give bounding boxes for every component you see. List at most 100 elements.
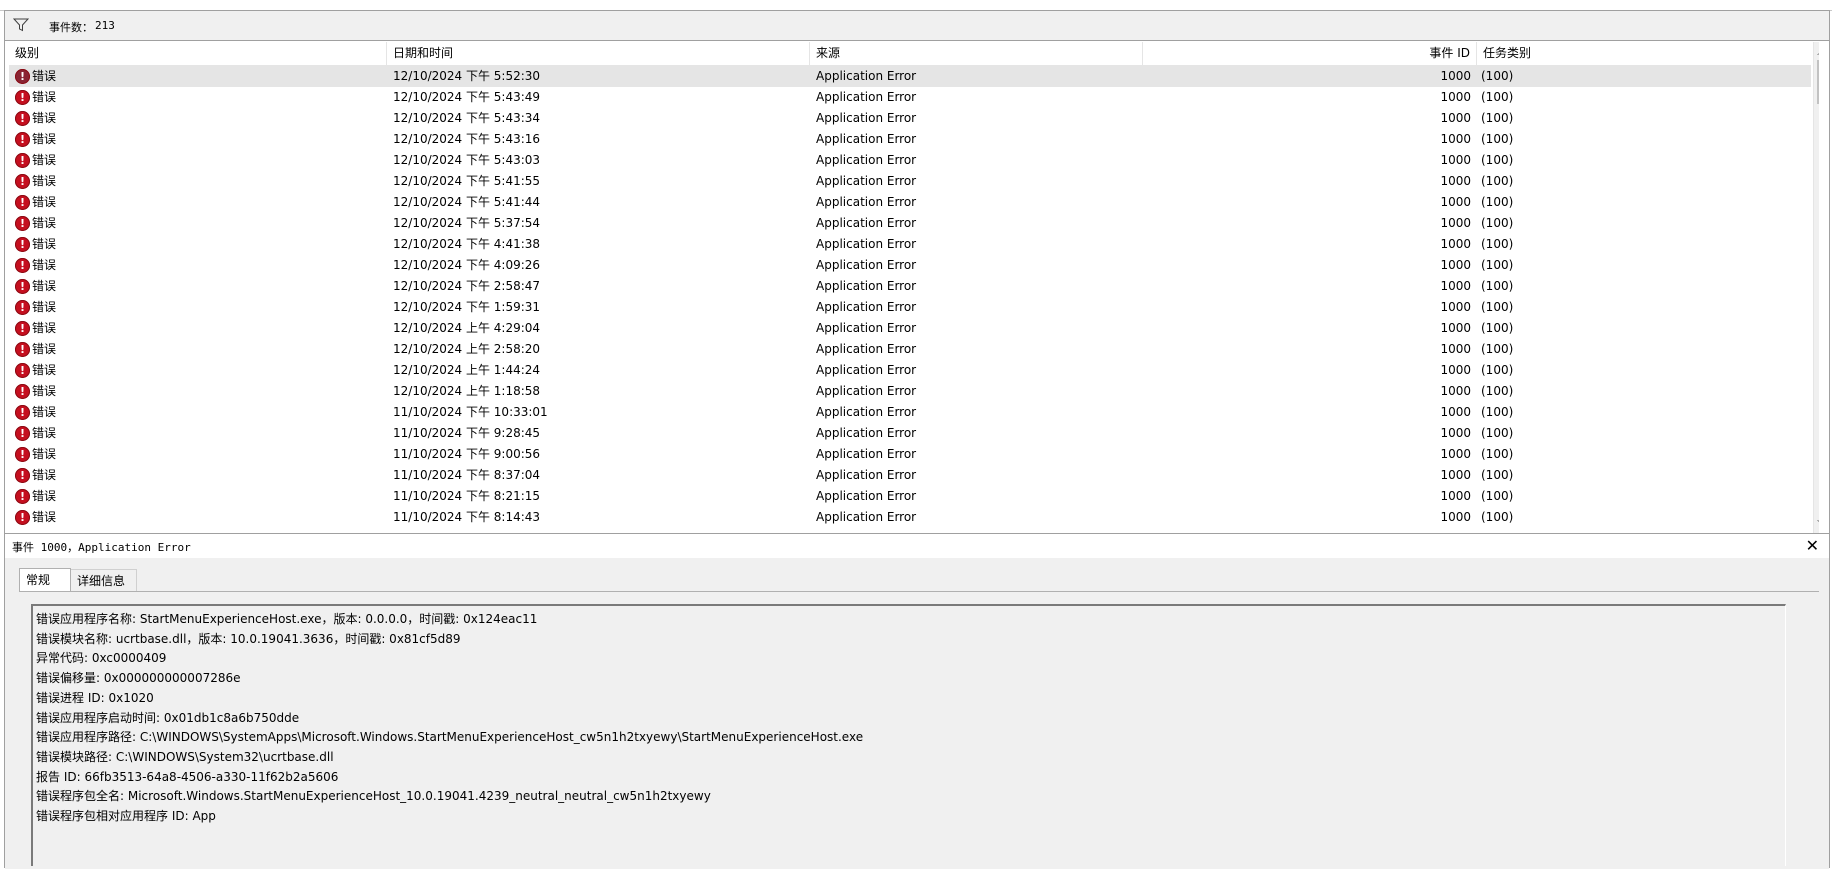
filter-icon[interactable] [13,18,29,32]
table-row[interactable]: ! 错误 12/10/2024 上午 1:18:58 Application Erro… [9,381,1811,402]
column-header-task[interactable]: 任务类别 [1477,42,1811,65]
scrollbar-thumb[interactable] [1817,60,1819,104]
table-row[interactable]: ! 错误 12/10/2024 下午 5:43:34 Application Erro… [9,108,1811,129]
vertical-scrollbar[interactable]: ︿ ﹀ [1813,42,1819,534]
error-icon: ! [15,111,30,126]
table-row[interactable]: ! 错误 11/10/2024 下午 8:14:43 Application Erro… [9,507,1811,528]
table-row[interactable]: ! 错误 11/10/2024 下午 8:37:04 Application Erro… [9,465,1811,486]
source-cell: Application Error [816,69,917,83]
datetime-cell: 12/10/2024 下午 4:41:38 [393,237,541,251]
error-icon: ! [15,363,30,378]
level-cell: ! 错误 [15,423,56,444]
level-cell: ! 错误 [15,255,56,276]
task-category-cell: (100) [1481,489,1514,503]
table-row[interactable]: ! 错误 12/10/2024 下午 5:43:16 Application Erro… [9,129,1811,150]
source-cell: Application Error [816,153,917,167]
table-row[interactable]: ! 错误 11/10/2024 下午 9:28:45 Application Erro… [9,423,1811,444]
column-header-source[interactable]: 来源 [810,42,1143,65]
level-text: 错误 [32,384,57,398]
datetime-cell: 12/10/2024 上午 1:44:24 [393,363,541,377]
level-cell: ! 错误 [15,87,56,108]
source-cell: Application Error [816,363,917,377]
datetime-cell: 11/10/2024 下午 8:14:43 [393,510,541,524]
source-cell: Application Error [816,216,917,230]
level-cell: ! 错误 [15,213,56,234]
level-text: 错误 [32,90,57,104]
level-cell: ! 错误 [15,234,56,255]
source-cell: Application Error [816,426,917,440]
event-id-cell: 1000 [1440,195,1471,209]
datetime-cell: 11/10/2024 下午 8:37:04 [393,468,541,482]
description-line: 异常代码: 0xc0000409 [36,651,167,666]
column-header-datetime[interactable]: 日期和时间 [387,42,810,65]
scroll-up-arrow-icon[interactable]: ︿ [1814,42,1819,59]
event-id-cell: 1000 [1440,426,1471,440]
tab-details[interactable]: 详细信息 [71,569,137,591]
level-text: 错误 [32,69,57,83]
datetime-cell: 12/10/2024 下午 5:43:34 [393,111,541,125]
table-body: ! 错误 12/10/2024 下午 5:52:30 Application Erro… [9,66,1811,528]
table-row[interactable]: ! 错误 12/10/2024 下午 1:59:31 Application Erro… [9,297,1811,318]
table-row[interactable]: ! 错误 12/10/2024 下午 5:43:03 Application Erro… [9,150,1811,171]
source-cell: Application Error [816,195,917,209]
table-row[interactable]: ! 错误 12/10/2024 下午 2:58:47 Application Erro… [9,276,1811,297]
table-row[interactable]: ! 错误 12/10/2024 下午 4:41:38 Application Erro… [9,234,1811,255]
event-id-cell: 1000 [1440,342,1471,356]
table-row[interactable]: ! 错误 12/10/2024 下午 5:43:49 Application Erro… [9,87,1811,108]
error-icon: ! [15,510,30,525]
event-id-cell: 1000 [1440,111,1471,125]
detail-header: 事件 1000，Application Error ✕ [5,533,1829,559]
error-icon: ! [15,405,30,420]
table-row[interactable]: ! 错误 12/10/2024 下午 5:37:54 Application Erro… [9,213,1811,234]
level-text: 错误 [32,237,57,251]
level-text: 错误 [32,132,57,146]
description-line: 报告 ID: 66fb3513-64a8-4506-a330-11f62b2a5… [36,769,339,784]
source-cell: Application Error [816,405,917,419]
tab-general[interactable]: 常规 [19,568,71,592]
task-category-cell: (100) [1481,258,1514,272]
task-category-cell: (100) [1481,363,1514,377]
task-category-cell: (100) [1481,90,1514,104]
level-cell: ! 错误 [15,402,56,423]
error-icon: ! [15,174,30,189]
column-header-level[interactable]: 级别 [9,42,387,65]
task-category-cell: (100) [1481,174,1514,188]
table-row[interactable]: ! 错误 12/10/2024 下午 5:41:44 Application Erro… [9,192,1811,213]
source-cell: Application Error [816,237,917,251]
source-cell: Application Error [816,111,917,125]
task-category-cell: (100) [1481,195,1514,209]
task-category-cell: (100) [1481,216,1514,230]
task-category-cell: (100) [1481,405,1514,419]
level-text: 错误 [32,300,57,314]
datetime-cell: 12/10/2024 下午 5:43:03 [393,153,541,167]
scroll-down-arrow-icon[interactable]: ﹀ [1814,517,1819,534]
task-category-cell: (100) [1481,426,1514,440]
detail-body: 常规 详细信息 错误应用程序名称: StartMenuExperienceHos… [5,558,1829,869]
source-cell: Application Error [816,489,917,503]
table-row[interactable]: ! 错误 12/10/2024 上午 4:29:04 Application Erro… [9,318,1811,339]
table-row[interactable]: ! 错误 12/10/2024 下午 4:09:26 Application Erro… [9,255,1811,276]
table-row[interactable]: ! 错误 11/10/2024 下午 10:33:01 Application Err… [9,402,1811,423]
error-icon: ! [15,279,30,294]
level-text: 错误 [32,195,57,209]
table-row[interactable]: ! 错误 11/10/2024 下午 9:00:56 Application Erro… [9,444,1811,465]
source-cell: Application Error [816,132,917,146]
column-header-event-id[interactable]: 事件 ID [1143,42,1477,65]
level-text: 错误 [32,321,57,335]
level-text: 错误 [32,258,57,272]
level-cell: ! 错误 [15,465,56,486]
table-row[interactable]: ! 错误 12/10/2024 下午 5:52:30 Application Erro… [9,66,1811,87]
source-cell: Application Error [816,300,917,314]
table-row[interactable]: ! 错误 12/10/2024 下午 5:41:55 Application Erro… [9,171,1811,192]
close-icon[interactable]: ✕ [1806,536,1819,555]
table-row[interactable]: ! 错误 12/10/2024 上午 1:44:24 Application Erro… [9,360,1811,381]
event-description-box[interactable]: 错误应用程序名称: StartMenuExperienceHost.exe，版本… [31,604,1786,866]
task-category-cell: (100) [1481,300,1514,314]
table-row[interactable]: ! 错误 11/10/2024 下午 8:21:15 Application Erro… [9,486,1811,507]
error-icon: ! [15,468,30,483]
level-cell: ! 错误 [15,360,56,381]
level-cell: ! 错误 [15,339,56,360]
description-line: 错误应用程序路径: C:\WINDOWS\SystemApps\Microsof… [36,730,864,745]
table-row[interactable]: ! 错误 12/10/2024 上午 2:58:20 Application Erro… [9,339,1811,360]
event-id-cell: 1000 [1440,447,1471,461]
